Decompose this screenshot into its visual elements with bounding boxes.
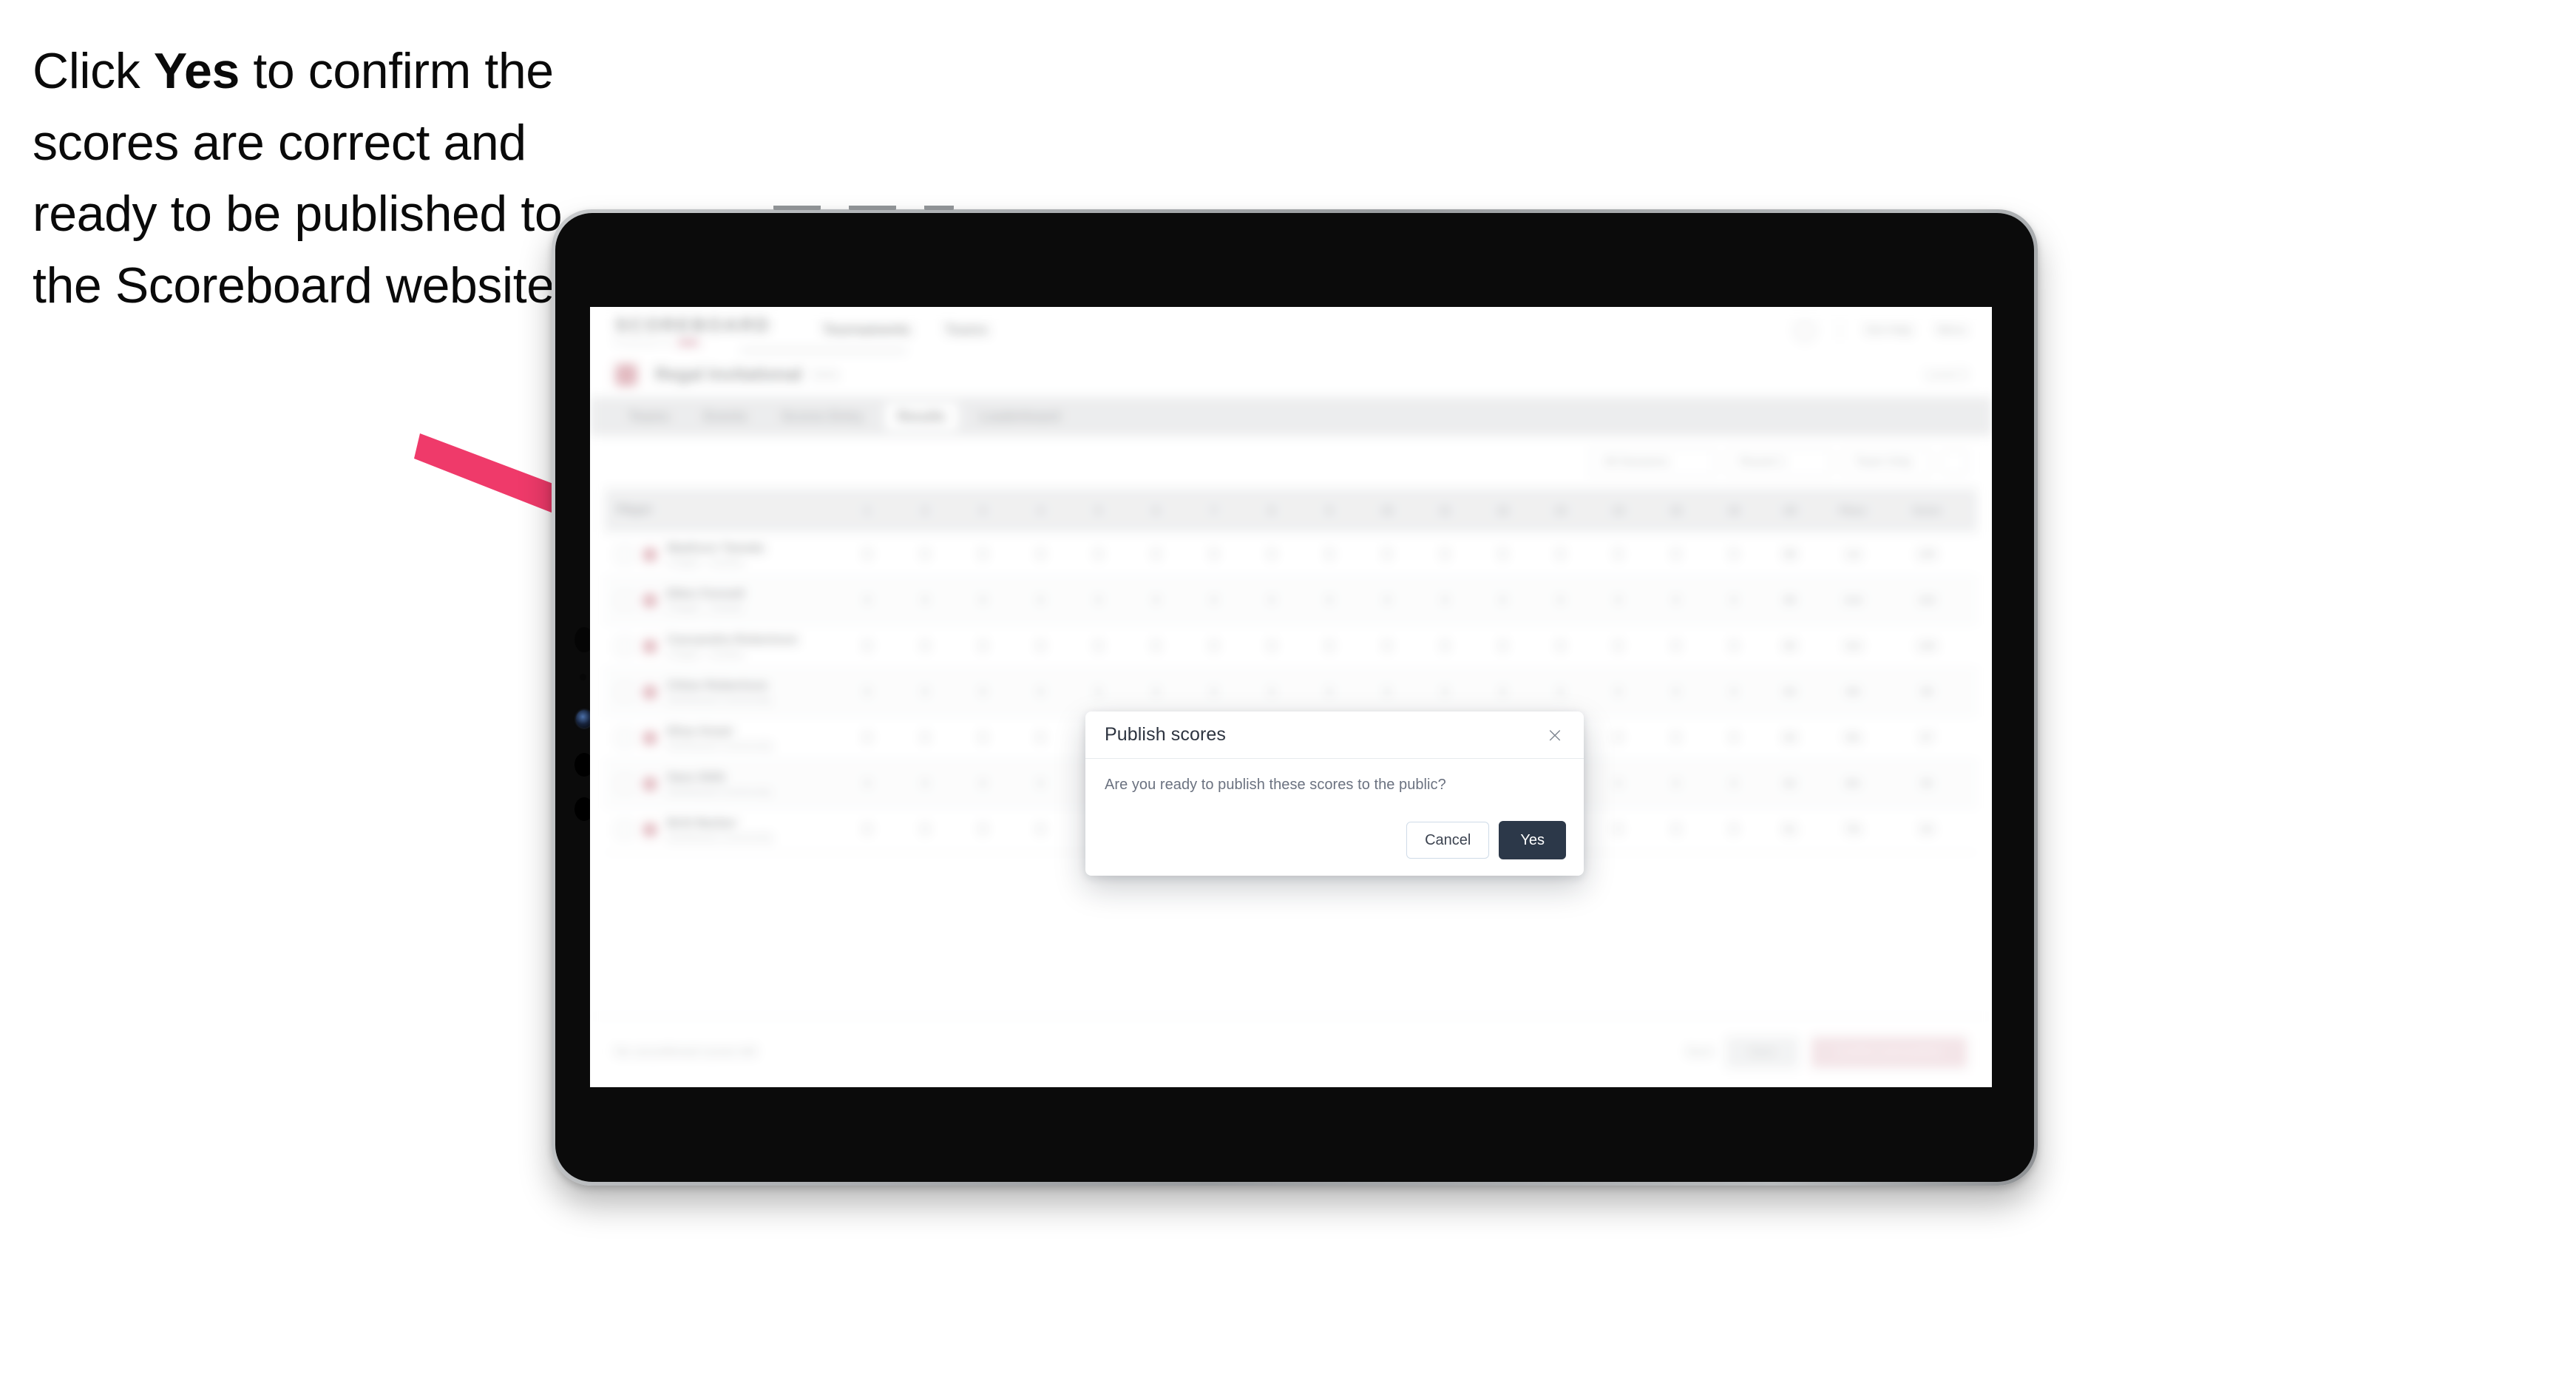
dialog-title: Publish scores xyxy=(1105,724,1226,745)
device-top-nub-1 xyxy=(773,206,821,210)
device-top-nub-3 xyxy=(924,206,954,210)
dialog-header: Publish scores × xyxy=(1085,711,1584,759)
modal-scrim[interactable] xyxy=(590,307,1992,1087)
publish-scores-dialog: Publish scores × Are you ready to publis… xyxy=(1085,711,1584,876)
yes-button[interactable]: Yes xyxy=(1499,821,1566,859)
sensor-dot-icon xyxy=(580,674,586,680)
dialog-footer: Cancel Yes xyxy=(1406,821,1566,859)
cancel-button[interactable]: Cancel xyxy=(1406,822,1490,859)
device-top-nub-2 xyxy=(849,206,896,210)
tablet-screen: SCOREBOARD POWERED BY Tournaments Teams xyxy=(590,307,1992,1087)
instruction-text: Click Yes to confirm the scores are corr… xyxy=(33,36,594,321)
dialog-message: Are you ready to publish these scores to… xyxy=(1105,777,1446,793)
instruction-prefix: Click xyxy=(33,43,154,99)
tablet-body: SCOREBOARD POWERED BY Tournaments Teams xyxy=(555,213,2034,1182)
screenshot-stage: Click Yes to confirm the scores are corr… xyxy=(0,0,2576,1386)
tablet-device: SCOREBOARD POWERED BY Tournaments Teams xyxy=(552,206,2038,1186)
close-icon[interactable]: × xyxy=(1542,723,1567,748)
dialog-body: Are you ready to publish these scores to… xyxy=(1085,759,1584,794)
instruction-emphasis: Yes xyxy=(153,43,240,99)
